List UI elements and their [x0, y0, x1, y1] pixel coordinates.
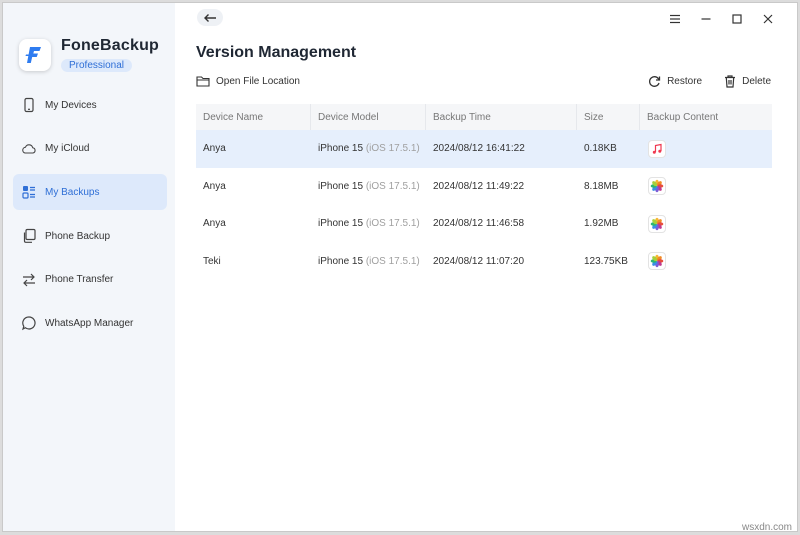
minimize-button[interactable]: [690, 11, 721, 27]
restore-icon: [649, 76, 661, 87]
music-icon[interactable]: [648, 139, 666, 158]
window-controls: [659, 11, 783, 27]
backups-table: Device Name Device Model Backup Time Siz…: [196, 104, 772, 280]
table-row[interactable]: Anya iPhone 15 (iOS 17.5.1) 2024/08/12 1…: [196, 205, 772, 243]
device-name-cell: Anya: [203, 218, 226, 230]
folder-icon: [196, 76, 210, 87]
page-title: Version Management: [196, 44, 357, 61]
ios-version: (iOS 17.5.1): [365, 218, 420, 230]
device-name-cell: Anya: [203, 180, 226, 192]
sidebar-item-label: My Devices: [45, 99, 97, 111]
size-cell: 8.18MB: [584, 180, 619, 192]
column-header-backup-content[interactable]: Backup Content: [640, 104, 772, 130]
backups-icon: [21, 184, 37, 200]
open-file-location-button[interactable]: Open File Location: [196, 75, 300, 87]
menu-button[interactable]: [659, 11, 690, 27]
backup-time-cell: 2024/08/12 11:49:22: [433, 180, 525, 192]
app-window: FoneBackup Professional My Devices My iC…: [2, 2, 798, 532]
sidebar-item-label: WhatsApp Manager: [45, 317, 134, 329]
arrow-left-icon: [204, 13, 216, 22]
ios-version: (iOS 17.5.1): [365, 180, 420, 192]
model-text: iPhone 15: [318, 143, 364, 155]
backup-content-cell: [640, 214, 772, 233]
device-name-cell: Anya: [203, 143, 226, 155]
backup-content-cell: [640, 139, 772, 158]
restore-button[interactable]: Restore: [648, 75, 702, 88]
copy-icon: [21, 228, 37, 244]
close-icon: [763, 14, 772, 24]
backup-content-cell: [640, 252, 772, 271]
device-name-cell: Teki: [203, 255, 221, 267]
column-header-device-model[interactable]: Device Model: [311, 104, 426, 130]
cloud-icon: [21, 141, 37, 157]
sidebar-item-phone-backup[interactable]: Phone Backup: [13, 218, 167, 254]
device-model-cell: iPhone 15 (iOS 17.5.1): [311, 256, 426, 267]
minimize-icon: [701, 18, 710, 20]
menu-icon: [669, 14, 680, 24]
trash-icon: [725, 75, 736, 88]
table-row[interactable]: Teki iPhone 15 (iOS 17.5.1) 2024/08/12 1…: [196, 243, 772, 281]
device-model-cell: iPhone 15 (iOS 17.5.1): [311, 218, 426, 229]
backup-content-cell: [640, 177, 772, 196]
sidebar-item-whatsapp-manager[interactable]: WhatsApp Manager: [13, 305, 167, 341]
photos-icon[interactable]: [648, 214, 666, 233]
sidebar-item-label: Phone Backup: [45, 230, 111, 242]
sidebar: FoneBackup Professional My Devices My iC…: [3, 3, 175, 531]
backup-time-cell: 2024/08/12 16:41:22: [433, 143, 525, 155]
watermark: wsxdn.com: [741, 522, 792, 533]
model-text: iPhone 15: [318, 255, 364, 267]
sidebar-item-phone-transfer[interactable]: Phone Transfer: [13, 262, 167, 298]
table-row[interactable]: Anya iPhone 15 (iOS 17.5.1) 2024/08/12 1…: [196, 168, 772, 206]
sidebar-item-my-devices[interactable]: My Devices: [13, 87, 167, 123]
maximize-button[interactable]: [721, 11, 752, 27]
brand: FoneBackup Professional: [19, 37, 159, 73]
table-row[interactable]: Anya iPhone 15 (iOS 17.5.1) 2024/08/12 1…: [196, 130, 772, 168]
device-model-cell: iPhone 15 (iOS 17.5.1): [311, 143, 426, 154]
delete-button[interactable]: Delete: [724, 75, 771, 88]
sidebar-item-label: Phone Transfer: [45, 274, 114, 286]
edition-badge: Professional: [61, 59, 133, 72]
column-header-backup-time[interactable]: Backup Time: [426, 104, 577, 130]
chat-icon: [21, 315, 37, 331]
app-name: FoneBackup: [61, 37, 160, 54]
photos-icon[interactable]: [648, 252, 666, 271]
main-panel: Version Management Open File Location Re…: [175, 3, 797, 531]
restore-label: Restore: [667, 76, 703, 87]
fonebackup-logo-icon: [19, 39, 51, 71]
backup-time-cell: 2024/08/12 11:46:58: [433, 218, 525, 230]
transfer-icon: [21, 272, 37, 288]
ios-version: (iOS 17.5.1): [365, 143, 420, 155]
maximize-icon: [731, 14, 742, 24]
open-file-location-label: Open File Location: [216, 75, 300, 87]
backup-time-cell: 2024/08/12 11:07:20: [433, 255, 525, 267]
toolbar-actions: Restore Delete: [626, 75, 771, 88]
delete-label: Delete: [742, 76, 771, 87]
model-text: iPhone 15: [318, 180, 364, 192]
sidebar-item-my-icloud[interactable]: My iCloud: [13, 131, 167, 167]
phone-icon: [21, 97, 37, 113]
photos-icon[interactable]: [648, 177, 666, 196]
sidebar-item-label: My iCloud: [45, 143, 90, 155]
size-cell: 123.75KB: [584, 255, 628, 267]
sidebar-item-label: My Backups: [45, 186, 100, 198]
back-button[interactable]: [197, 9, 223, 26]
size-cell: 1.92MB: [584, 218, 619, 230]
table-header: Device Name Device Model Backup Time Siz…: [196, 104, 772, 130]
column-header-size[interactable]: Size: [577, 104, 640, 130]
column-header-device-name[interactable]: Device Name: [196, 104, 311, 130]
sidebar-item-my-backups[interactable]: My Backups: [13, 174, 167, 211]
ios-version: (iOS 17.5.1): [365, 255, 420, 267]
close-button[interactable]: [752, 11, 783, 27]
size-cell: 0.18KB: [584, 143, 617, 155]
model-text: iPhone 15: [318, 218, 364, 230]
device-model-cell: iPhone 15 (iOS 17.5.1): [311, 181, 426, 192]
sidebar-nav: My Devices My iCloud My Backups Phone Ba…: [13, 87, 167, 349]
